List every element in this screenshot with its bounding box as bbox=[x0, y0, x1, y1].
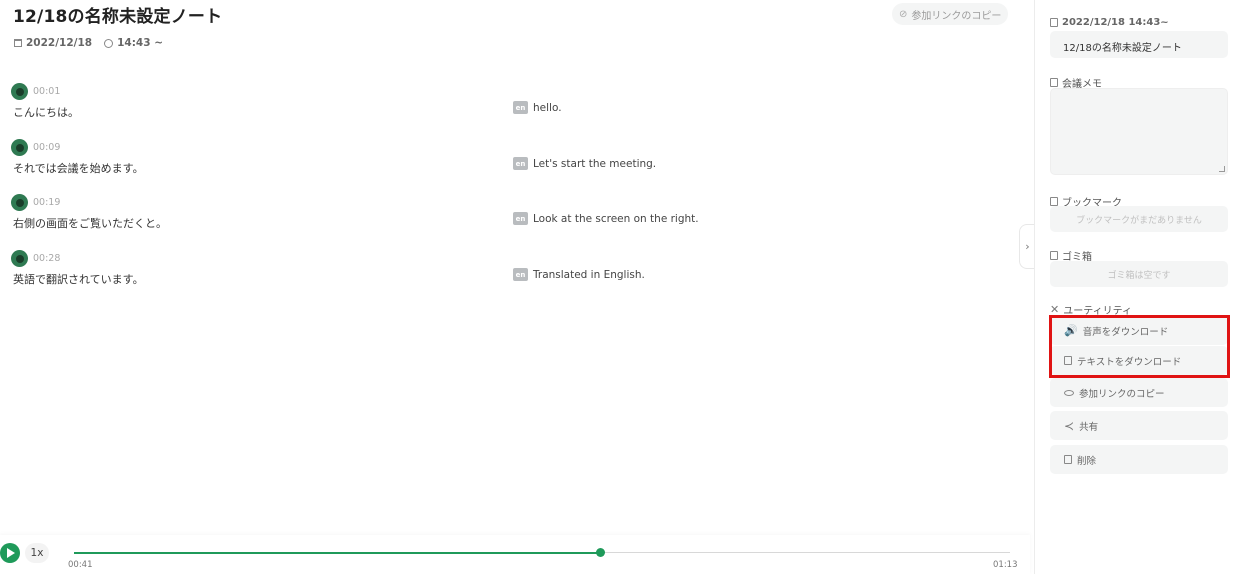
link-icon: ⊘ bbox=[899, 8, 908, 20]
copy-join-link-label: 参加リンクのコピー bbox=[1079, 388, 1165, 400]
link-icon bbox=[1064, 389, 1074, 396]
play-button[interactable] bbox=[0, 543, 20, 563]
download-audio-button[interactable]: 🔊 音声をダウンロード bbox=[1050, 316, 1228, 345]
download-text-label: テキストをダウンロード bbox=[1077, 356, 1182, 368]
language-badge: en bbox=[513, 157, 528, 170]
trash-icon bbox=[1050, 251, 1058, 260]
copy-link-label: 参加リンクのコピー bbox=[911, 10, 1002, 22]
utility-label-text: ユーティリティ bbox=[1063, 306, 1133, 317]
copy-join-link-button[interactable]: 参加リンクのコピー bbox=[1050, 378, 1228, 407]
entry-timestamp[interactable]: 00:01 bbox=[33, 86, 60, 97]
seek-handle[interactable] bbox=[596, 548, 606, 557]
speaker-avatar bbox=[11, 139, 28, 156]
speaker-avatar bbox=[11, 83, 28, 100]
translation-text: hello. bbox=[533, 101, 562, 114]
translation-text: Translated in English. bbox=[533, 268, 645, 281]
meeting-meta: 2022/12/18 14:43 ~ bbox=[14, 37, 171, 49]
share-label: 共有 bbox=[1079, 421, 1099, 433]
memo-textarea[interactable] bbox=[1050, 88, 1228, 175]
entry-timestamp[interactable]: 00:09 bbox=[33, 142, 60, 153]
page-title: 12/18の名称未設定ノート bbox=[13, 7, 223, 27]
sidebar: 2022/12/18 14:43~ 12/18の名称未設定ノート 会議メモ ブッ… bbox=[1034, 0, 1238, 574]
language-badge: en bbox=[513, 212, 528, 225]
download-text-button[interactable]: テキストをダウンロード bbox=[1050, 346, 1228, 375]
share-icon: ≺ bbox=[1064, 418, 1075, 433]
trash-empty-state: ゴミ箱は空です bbox=[1050, 261, 1228, 287]
clock-icon bbox=[104, 38, 114, 48]
seek-progress bbox=[74, 551, 601, 554]
entry-timestamp[interactable]: 00:28 bbox=[33, 253, 60, 264]
meeting-date: 2022/12/18 bbox=[26, 37, 93, 49]
chevron-right-icon: › bbox=[1025, 240, 1030, 253]
transcript-entry[interactable]: 00:19 右側の画面をご覧いただくと。 en Look at the scre… bbox=[11, 194, 1001, 244]
entry-text: こんにちは。 bbox=[13, 106, 79, 119]
tools-icon: ✕ bbox=[1050, 303, 1060, 316]
entry-text: 右側の画面をご覧いただくと。 bbox=[13, 217, 167, 230]
bookmark-icon bbox=[1050, 197, 1058, 206]
delete-button[interactable]: 削除 bbox=[1050, 445, 1228, 474]
share-button[interactable]: ≺ 共有 bbox=[1050, 411, 1228, 440]
datetime-text: 2022/12/18 14:43~ bbox=[1062, 17, 1169, 28]
playback-speed-button[interactable]: 1x bbox=[25, 543, 49, 563]
duration: 01:13 bbox=[993, 560, 1018, 570]
language-badge: en bbox=[513, 268, 528, 281]
trash-icon bbox=[1064, 455, 1072, 464]
text-download-icon bbox=[1064, 356, 1072, 365]
transcript-entry[interactable]: 00:01 こんにちは。 en hello. bbox=[11, 83, 1001, 133]
calendar-icon bbox=[1050, 18, 1058, 27]
memo-icon bbox=[1050, 78, 1058, 87]
bookmark-empty-state: ブックマークがまだありません bbox=[1050, 206, 1228, 232]
sidebar-datetime: 2022/12/18 14:43~ bbox=[1050, 17, 1169, 28]
translation-text: Look at the screen on the right. bbox=[533, 212, 699, 225]
translation-text: Let's start the meeting. bbox=[533, 157, 657, 170]
speaker-avatar bbox=[11, 194, 28, 211]
note-title-field[interactable]: 12/18の名称未設定ノート bbox=[1050, 31, 1228, 58]
audio-download-icon: 🔊 bbox=[1064, 324, 1078, 337]
entry-text: それでは会議を始めます。 bbox=[13, 162, 144, 175]
audio-player: 1x 00:41 01:13 bbox=[0, 535, 1030, 574]
entry-translation: en Translated in English. bbox=[513, 268, 645, 281]
entry-text: 英語で翻訳されています。 bbox=[13, 273, 144, 286]
meeting-time: 14:43 ~ bbox=[117, 37, 164, 49]
transcript-main: 12/18の名称未設定ノート ⊘ 参加リンクのコピー 2022/12/18 14… bbox=[0, 0, 1020, 574]
current-time: 00:41 bbox=[68, 560, 93, 570]
language-badge: en bbox=[513, 101, 528, 114]
speaker-avatar bbox=[11, 250, 28, 267]
entry-translation: en Let's start the meeting. bbox=[513, 157, 656, 170]
delete-label: 削除 bbox=[1077, 455, 1097, 467]
transcript-entry[interactable]: 00:09 それでは会議を始めます。 en Let's start the me… bbox=[11, 139, 1001, 189]
entry-translation: en hello. bbox=[513, 101, 562, 114]
entry-translation: en Look at the screen on the right. bbox=[513, 212, 699, 225]
seek-bar[interactable] bbox=[74, 548, 1010, 557]
transcript-entry[interactable]: 00:28 英語で翻訳されています。 en Translated in Engl… bbox=[11, 250, 1001, 300]
entry-timestamp[interactable]: 00:19 bbox=[33, 197, 60, 208]
calendar-icon bbox=[14, 39, 22, 47]
copy-link-button[interactable]: ⊘ 参加リンクのコピー bbox=[892, 3, 1008, 25]
sidebar-toggle-button[interactable]: › bbox=[1019, 224, 1035, 269]
download-audio-label: 音声をダウンロード bbox=[1082, 326, 1169, 338]
utility-label: ✕ ユーティリティ bbox=[1050, 302, 1132, 317]
